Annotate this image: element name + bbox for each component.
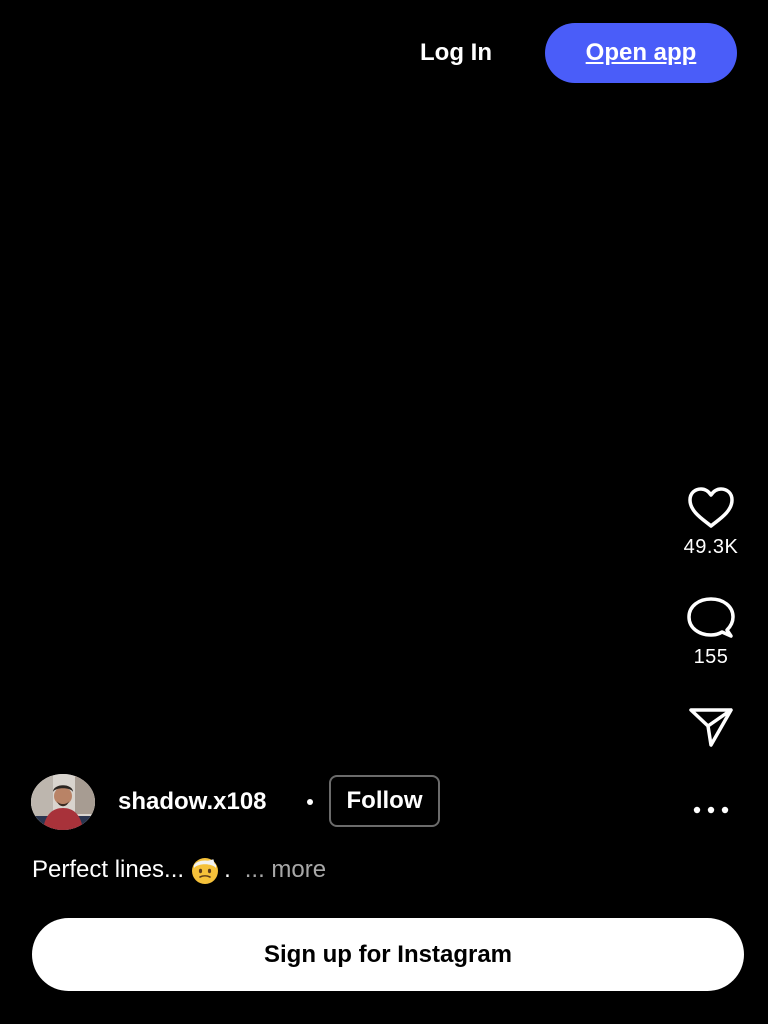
face-with-head-bandage-emoji [192,858,219,884]
share-action[interactable] [672,705,750,749]
like-action[interactable]: 49.3K [672,486,750,559]
heart-icon[interactable] [686,486,736,530]
caption-text: Perfect lines... [32,856,185,883]
comment-count: 155 [693,646,729,668]
send-icon[interactable] [687,705,735,749]
caption-more-link[interactable]: ... more [245,856,326,884]
post-username[interactable]: shadow.x108 [118,786,267,818]
post-caption: Perfect lines... . ... more [32,850,326,890]
follow-button[interactable]: Follow [329,775,440,827]
more-horizontal-icon [693,806,729,814]
more-options-button[interactable] [688,795,734,825]
like-count: 49.3K [683,536,739,558]
avatar[interactable] [31,774,95,830]
comment-icon[interactable] [687,596,735,640]
separator-dot [307,799,313,805]
sign-up-button[interactable]: Sign up for Instagram [32,918,744,991]
comment-action[interactable]: 155 [672,596,750,669]
open-app-button[interactable]: Open app [545,23,737,83]
caption-suffix: . [224,856,231,883]
login-link[interactable]: Log In [400,30,512,76]
